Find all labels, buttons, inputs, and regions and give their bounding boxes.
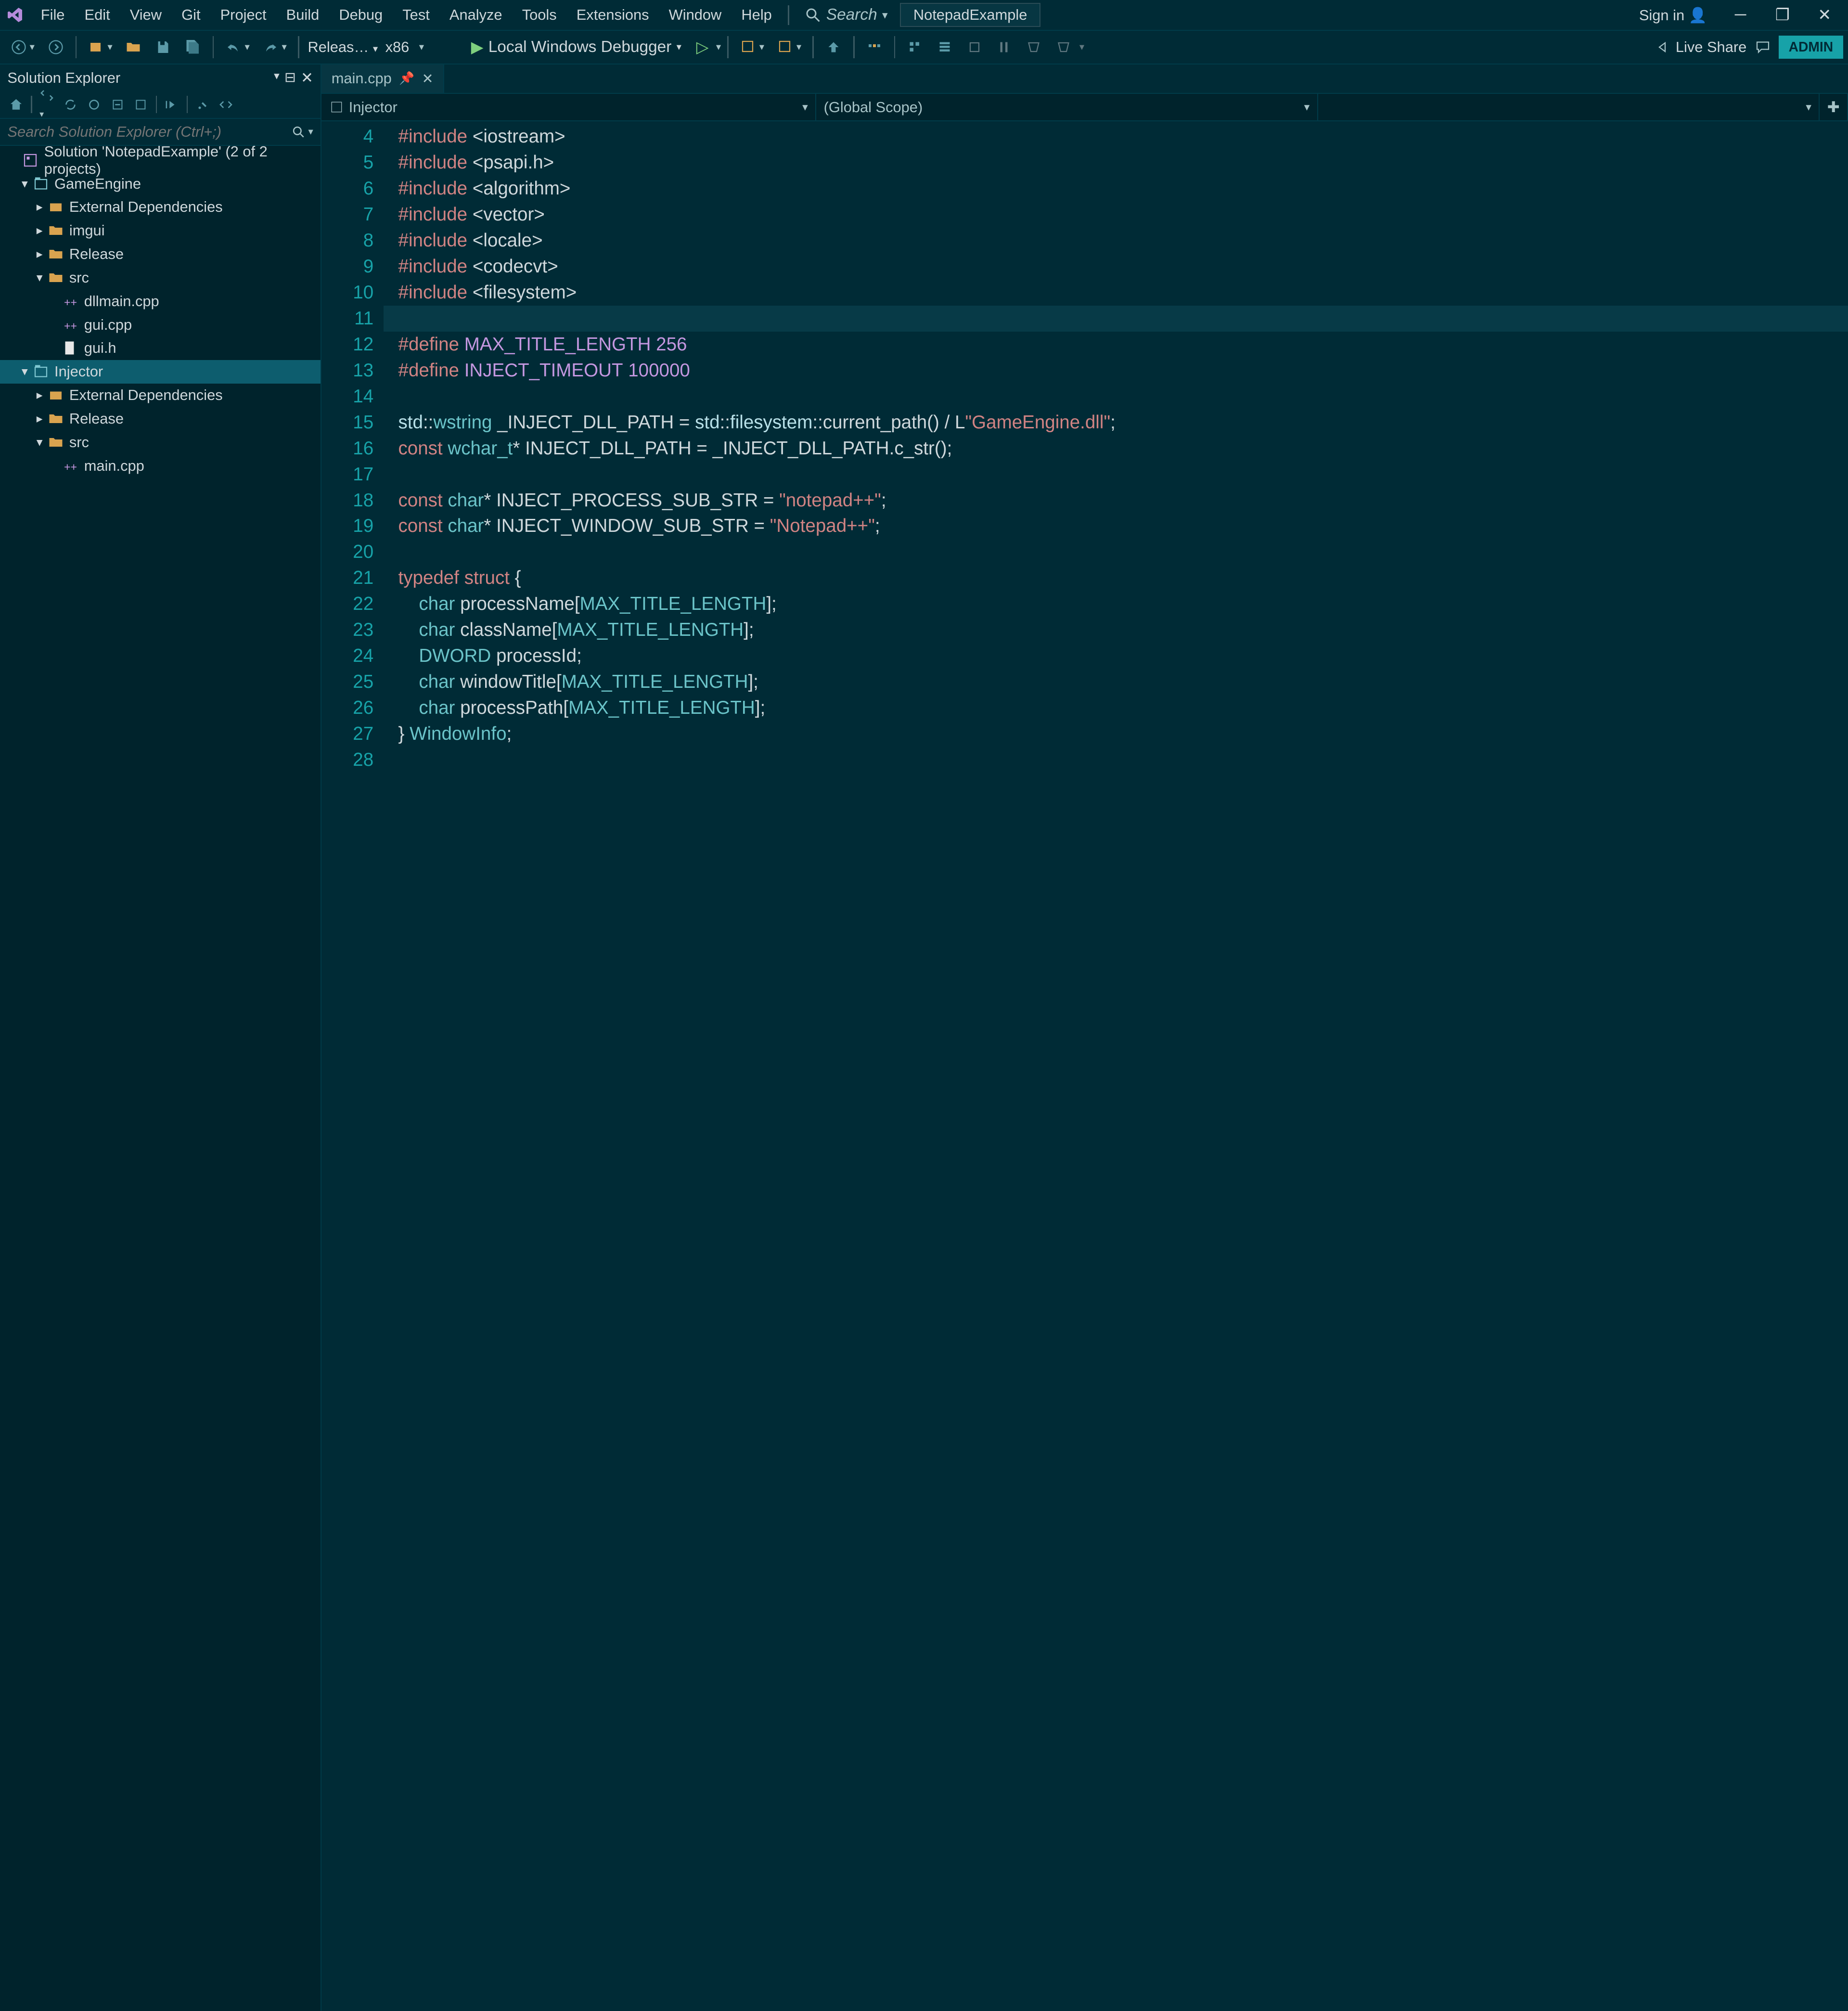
tree-item[interactable]: ▸Release <box>0 243 321 266</box>
tree-item[interactable]: ▸External Dependencies <box>0 195 321 219</box>
global-search[interactable]: Search ▾ <box>796 6 895 24</box>
tree-item[interactable]: ▸Release <box>0 407 321 430</box>
toolbar-btn-1[interactable]: ▾ <box>734 35 769 59</box>
menu-extensions[interactable]: Extensions <box>568 2 658 27</box>
toolbar-btn-7[interactable] <box>961 35 988 59</box>
show-all-files-button[interactable] <box>130 95 152 115</box>
sync-button[interactable] <box>59 95 81 115</box>
live-share-button[interactable]: Live Share <box>1654 39 1747 56</box>
nav-forward-button[interactable] <box>42 35 69 59</box>
file-tab-bar: main.cpp 📌 ✕ <box>321 64 1848 94</box>
menu-test[interactable]: Test <box>394 2 438 27</box>
undo-button[interactable]: ▾ <box>220 35 255 59</box>
save-button[interactable] <box>150 35 177 59</box>
tree-item[interactable]: ▾src <box>0 266 321 289</box>
new-project-button[interactable]: ▾ <box>83 35 117 59</box>
file-tab-main-cpp[interactable]: main.cpp 📌 ✕ <box>321 64 444 93</box>
tree-item[interactable]: ++dllmain.cpp <box>0 289 321 313</box>
sign-in-link[interactable]: Sign in 👤 <box>1629 2 1717 27</box>
search-placeholder: Search <box>826 6 877 24</box>
menu-file[interactable]: File <box>32 2 74 27</box>
project-scope-dropdown[interactable]: Injector▾ <box>321 94 816 120</box>
code-area[interactable]: #include <iostream>#include <psapi.h>#in… <box>384 121 1848 2011</box>
title-bar: File Edit View Git Project Build Debug T… <box>0 0 1848 31</box>
config-dropdown[interactable]: Releas… ▾ <box>305 36 380 58</box>
solution-explorer-panel: Solution Explorer ▾ ⊟ ✕ ▾ ▾ So <box>0 64 321 2011</box>
search-icon <box>804 6 821 24</box>
tree-item[interactable]: ++main.cpp <box>0 454 321 477</box>
close-button[interactable]: ✕ <box>1806 1 1843 29</box>
menu-window[interactable]: Window <box>660 2 731 27</box>
view-code-button[interactable] <box>215 95 237 115</box>
menu-project[interactable]: Project <box>212 2 275 27</box>
tree-item[interactable]: ▸External Dependencies <box>0 384 321 407</box>
menu-view[interactable]: View <box>121 2 170 27</box>
admin-badge: ADMIN <box>1779 36 1843 59</box>
tree-item[interactable]: ▾src <box>0 430 321 454</box>
member-scope-dropdown[interactable]: ▾ <box>1318 94 1820 120</box>
menu-analyze[interactable]: Analyze <box>441 2 511 27</box>
solution-explorer-search[interactable]: ▾ <box>0 119 321 146</box>
tree-item[interactable]: Solution 'NotepadExample' (2 of 2 projec… <box>0 148 321 172</box>
pin-icon[interactable]: 📌 <box>399 71 414 86</box>
project-icon <box>329 100 344 115</box>
minimize-button[interactable]: ─ <box>1722 1 1759 29</box>
toolbar-btn-3[interactable] <box>820 35 847 59</box>
start-without-debugging-button[interactable]: ▷ <box>692 34 714 60</box>
menu-debug[interactable]: Debug <box>330 2 391 27</box>
menu-build[interactable]: Build <box>278 2 328 27</box>
line-number-gutter: 4567891011121314151617181920212223242526… <box>321 121 384 2011</box>
toolbar-btn-6[interactable] <box>931 35 959 59</box>
toolbar-btn-2[interactable]: ▾ <box>772 35 807 59</box>
collapse-all-button[interactable] <box>106 95 128 115</box>
profile-icon: 👤 <box>1689 7 1707 24</box>
toolbar-btn-4[interactable] <box>860 35 888 59</box>
nav-back-button[interactable]: ▾ <box>5 35 39 59</box>
platform-dropdown[interactable]: x86 <box>383 36 411 58</box>
maximize-button[interactable]: ❐ <box>1764 1 1801 29</box>
live-share-icon <box>1654 39 1671 56</box>
save-all-button[interactable] <box>179 35 206 59</box>
close-tab-button[interactable]: ✕ <box>422 71 434 87</box>
solution-tree[interactable]: Solution 'NotepadExample' (2 of 2 projec… <box>0 146 321 2011</box>
menu-tools[interactable]: Tools <box>513 2 565 27</box>
play-icon: ▶ <box>471 38 484 57</box>
code-editor[interactable]: 4567891011121314151617181920212223242526… <box>321 121 1848 2011</box>
menu-edit[interactable]: Edit <box>76 2 119 27</box>
main-toolbar: ▾ ▾ ▾ ▾ Releas… ▾ x86 ▾ ▶ Local Windows … <box>0 31 1848 64</box>
menu-git[interactable]: Git <box>173 2 209 27</box>
panel-pin-button[interactable]: ⊟ <box>284 69 296 87</box>
main-menu: File Edit View Git Project Build Debug T… <box>32 2 781 27</box>
tree-item[interactable]: gui.h <box>0 336 321 360</box>
search-input[interactable] <box>7 123 291 141</box>
tree-item[interactable]: ++gui.cpp <box>0 313 321 336</box>
menu-help[interactable]: Help <box>732 2 780 27</box>
redo-button[interactable]: ▾ <box>257 35 292 59</box>
feedback-icon[interactable] <box>1754 39 1771 56</box>
tree-item[interactable]: ▸imgui <box>0 219 321 243</box>
solution-explorer-toolbar: ▾ <box>0 91 321 119</box>
properties-button[interactable] <box>192 95 214 115</box>
vs-logo-icon <box>5 5 25 25</box>
toolbar-btn-9[interactable] <box>1020 35 1048 59</box>
tree-item[interactable]: ▾Injector <box>0 360 321 384</box>
toolbar-btn-5[interactable] <box>901 35 929 59</box>
toolbar-btn-10[interactable] <box>1050 35 1077 59</box>
divider <box>788 5 789 25</box>
search-icon <box>291 125 306 140</box>
open-file-button[interactable] <box>120 35 147 59</box>
split-editor-button[interactable]: ✚ <box>1820 94 1848 120</box>
toolbar-btn-8[interactable] <box>990 35 1018 59</box>
start-debugging-button[interactable]: ▶ Local Windows Debugger ▾ <box>463 35 689 59</box>
solution-name-badge[interactable]: NotepadExample <box>900 3 1040 27</box>
navigation-bar: Injector▾ (Global Scope)▾ ▾ ✚ <box>321 94 1848 121</box>
switch-views-button[interactable]: ▾ <box>36 86 58 124</box>
panel-close-button[interactable]: ✕ <box>301 69 313 87</box>
home-button[interactable] <box>5 95 27 115</box>
refresh-button[interactable] <box>83 95 105 115</box>
preview-button[interactable] <box>161 95 183 115</box>
editor-area: main.cpp 📌 ✕ Injector▾ (Global Scope)▾ ▾… <box>321 64 1848 2011</box>
panel-dropdown-button[interactable]: ▾ <box>274 69 280 87</box>
namespace-scope-dropdown[interactable]: (Global Scope)▾ <box>816 94 1318 120</box>
